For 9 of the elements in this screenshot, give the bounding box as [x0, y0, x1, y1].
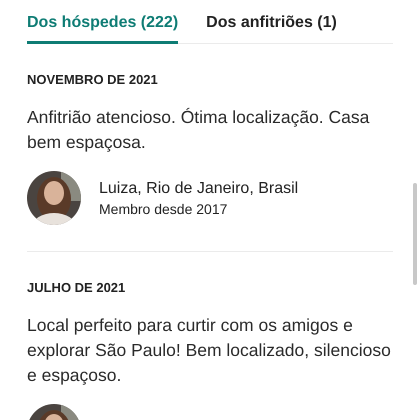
- member-since: Membro desde 2017: [99, 200, 228, 216]
- author-name: Luiza, Rio de Janeiro, Brasil: [99, 180, 298, 198]
- review-date: JULHO DE 2021: [27, 280, 126, 295]
- scrollbar[interactable]: [413, 183, 417, 285]
- review-text: Anfitrião atencioso. Ótima localização. Casa bem espaçosa.: [27, 106, 370, 154]
- review-tab[interactable]: Dos anfitriões (1): [206, 0, 337, 44]
- review-date: NOVEMBRO DE 2021: [27, 72, 159, 87]
- review-tab[interactable]: Dos hóspedes (222): [27, 0, 178, 44]
- review-text: Local perfeito para curtir com os amigos e explorar São Paulo! Bem localizado, silencioso e espaçoso.: [27, 314, 392, 387]
